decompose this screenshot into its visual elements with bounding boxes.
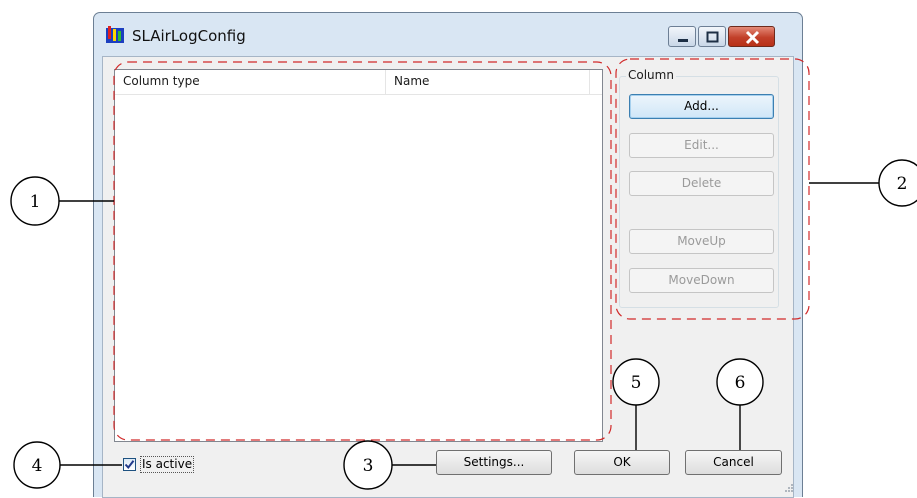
annotation-overlay: 1 2 3 4 5 6: [10, 58, 917, 490]
callout-region-1: [113, 61, 612, 441]
callout-number-2: 2: [897, 174, 908, 194]
callout-number-1: 1: [30, 192, 41, 212]
callout-region-2: [615, 58, 810, 320]
callout-number-3: 3: [363, 456, 374, 476]
callout-number-5: 5: [631, 373, 642, 393]
callout-number-6: 6: [735, 373, 746, 393]
callout-number-4: 4: [32, 456, 43, 476]
